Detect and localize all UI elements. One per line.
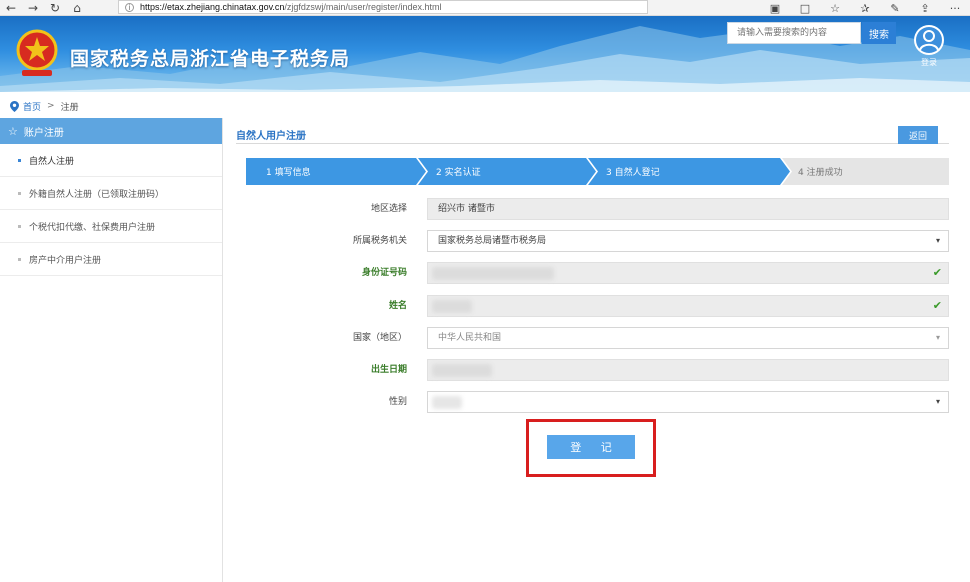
country-row: 国家（地区） 中华人民共和国 ▾ xyxy=(236,327,949,349)
country-select[interactable]: 中华人民共和国 ▾ xyxy=(427,327,949,349)
region-label: 地区选择 xyxy=(370,204,407,214)
sidebar-heading-label: 账户注册 xyxy=(23,127,64,139)
name-field: ✔ xyxy=(427,295,949,317)
home-icon[interactable]: ⌂ xyxy=(66,0,88,16)
redacted-value xyxy=(432,364,492,377)
login-link[interactable]: 登录 xyxy=(913,57,945,68)
star-icon: ☆ xyxy=(8,124,18,138)
tax-office-value: 国家税务总局诸暨市税务局 xyxy=(438,236,547,246)
id-number-field: ✔ xyxy=(427,262,949,284)
bullet-icon xyxy=(18,191,21,195)
bullet-icon xyxy=(18,257,21,261)
region-row: 地区选择 绍兴市 诸暨市 xyxy=(236,198,949,220)
tax-office-label: 所属税务机关 xyxy=(352,236,407,246)
share-icon[interactable]: ⇪ xyxy=(910,2,940,15)
sidebar-item-foreign-person[interactable]: 外籍自然人注册（已领取注册码） xyxy=(0,177,222,210)
favorites-list-icon[interactable]: ✰ xyxy=(850,2,880,15)
sidebar-item-label: 自然人注册 xyxy=(29,156,75,167)
birth-date-row: 出生日期 xyxy=(236,359,949,381)
redacted-value xyxy=(432,300,472,313)
gender-label: 性别 xyxy=(388,397,407,407)
highlight-annotation-box xyxy=(526,419,656,477)
progress-steps: 1 填写信息 2 实名认证 3 自然人登记 4 注册成功 xyxy=(246,158,949,185)
id-number-label: 身份证号码 xyxy=(361,268,407,278)
breadcrumb-current: 注册 xyxy=(60,102,79,113)
favorite-star-icon[interactable]: ☆ xyxy=(820,2,850,15)
url-path: /zjgfdzswj/main/user/register/index.html xyxy=(284,2,442,12)
step-1-label: 1 填写信息 xyxy=(266,168,311,178)
breadcrumb-home-link[interactable]: 首页 xyxy=(23,100,41,113)
step-2-label: 2 实名认证 xyxy=(436,168,481,178)
gender-row: 性别 ▾ xyxy=(236,391,949,413)
check-icon: ✔ xyxy=(932,266,942,279)
birth-date-field xyxy=(427,359,949,381)
user-avatar-icon[interactable] xyxy=(913,24,945,56)
search-button[interactable]: 搜索 xyxy=(862,22,896,44)
reading-view-icon[interactable]: ▣ xyxy=(760,2,790,15)
region-value: 绍兴市 诸暨市 xyxy=(438,204,495,214)
search-input[interactable] xyxy=(727,22,861,44)
sidebar-item-natural-person[interactable]: 自然人注册 xyxy=(0,144,222,177)
redacted-value xyxy=(432,267,554,280)
more-icon[interactable]: ··· xyxy=(940,2,970,15)
check-icon: ✔ xyxy=(932,299,942,312)
tax-office-row: 所属税务机关 国家税务总局诸暨市税务局 ▾ xyxy=(236,230,949,252)
sidebar-heading: ☆ 账户注册 xyxy=(0,118,222,144)
step-3-label: 3 自然人登记 xyxy=(606,168,660,178)
forward-icon[interactable]: → xyxy=(22,0,44,16)
tax-office-select[interactable]: 国家税务总局诸暨市税务局 ▾ xyxy=(427,230,949,252)
birth-date-label: 出生日期 xyxy=(370,365,407,375)
redacted-value xyxy=(432,396,462,409)
site-info-icon[interactable]: i xyxy=(125,2,134,12)
name-row: 姓名 ✔ xyxy=(236,295,949,317)
pen-icon[interactable]: ✎ xyxy=(880,2,910,15)
site-title: 国家税务总局浙江省电子税务局 xyxy=(70,48,351,70)
refresh-icon[interactable]: ↻ xyxy=(44,0,66,16)
chevron-down-icon: ▾ xyxy=(935,333,940,342)
name-label: 姓名 xyxy=(388,301,407,311)
country-value: 中华人民共和国 xyxy=(438,333,502,343)
location-pin-icon xyxy=(10,100,19,112)
breadcrumb-separator: > xyxy=(47,101,55,111)
bullet-icon xyxy=(18,224,21,228)
chevron-down-icon: ▾ xyxy=(935,236,940,245)
country-label: 国家（地区） xyxy=(352,333,407,343)
book-icon[interactable]: □ xyxy=(790,2,820,15)
browser-tool-icons: ▣ □ ☆ ✰ ✎ ⇪ ··· xyxy=(760,0,970,16)
sidebar-item-label: 个税代扣代缴、社保费用户注册 xyxy=(29,222,156,233)
url-host: https://etax.zhejiang.chinatax.gov.cn xyxy=(140,2,285,12)
chevron-down-icon: ▾ xyxy=(935,397,940,406)
region-field: 绍兴市 诸暨市 xyxy=(427,198,949,220)
bullet-icon xyxy=(18,158,21,162)
tax-emblem-icon xyxy=(16,29,58,76)
back-button[interactable]: 返回 xyxy=(898,126,938,144)
step-4-label: 4 注册成功 xyxy=(798,168,843,178)
title-divider xyxy=(236,143,949,144)
address-bar[interactable]: i https://etax.zhejiang.chinatax.gov.cn /… xyxy=(118,0,648,14)
id-number-row: 身份证号码 ✔ xyxy=(236,262,949,284)
step-arrows xyxy=(246,158,949,185)
gender-select[interactable]: ▾ xyxy=(427,391,949,413)
back-icon[interactable]: ← xyxy=(0,0,22,16)
sidebar-item-real-estate-agency[interactable]: 房产中介用户注册 xyxy=(0,243,222,276)
sidebar-item-label: 房产中介用户注册 xyxy=(29,255,102,266)
page-title: 自然人用户注册 xyxy=(236,131,306,142)
sidebar-item-withholding[interactable]: 个税代扣代缴、社保费用户注册 xyxy=(0,210,222,243)
sidebar-item-label: 外籍自然人注册（已领取注册码） xyxy=(29,189,165,200)
sidebar: ☆ 账户注册 自然人注册 外籍自然人注册（已领取注册码） 个税代扣代缴、社保费用… xyxy=(0,118,223,582)
breadcrumb: 首页 > 注册 xyxy=(10,100,79,113)
